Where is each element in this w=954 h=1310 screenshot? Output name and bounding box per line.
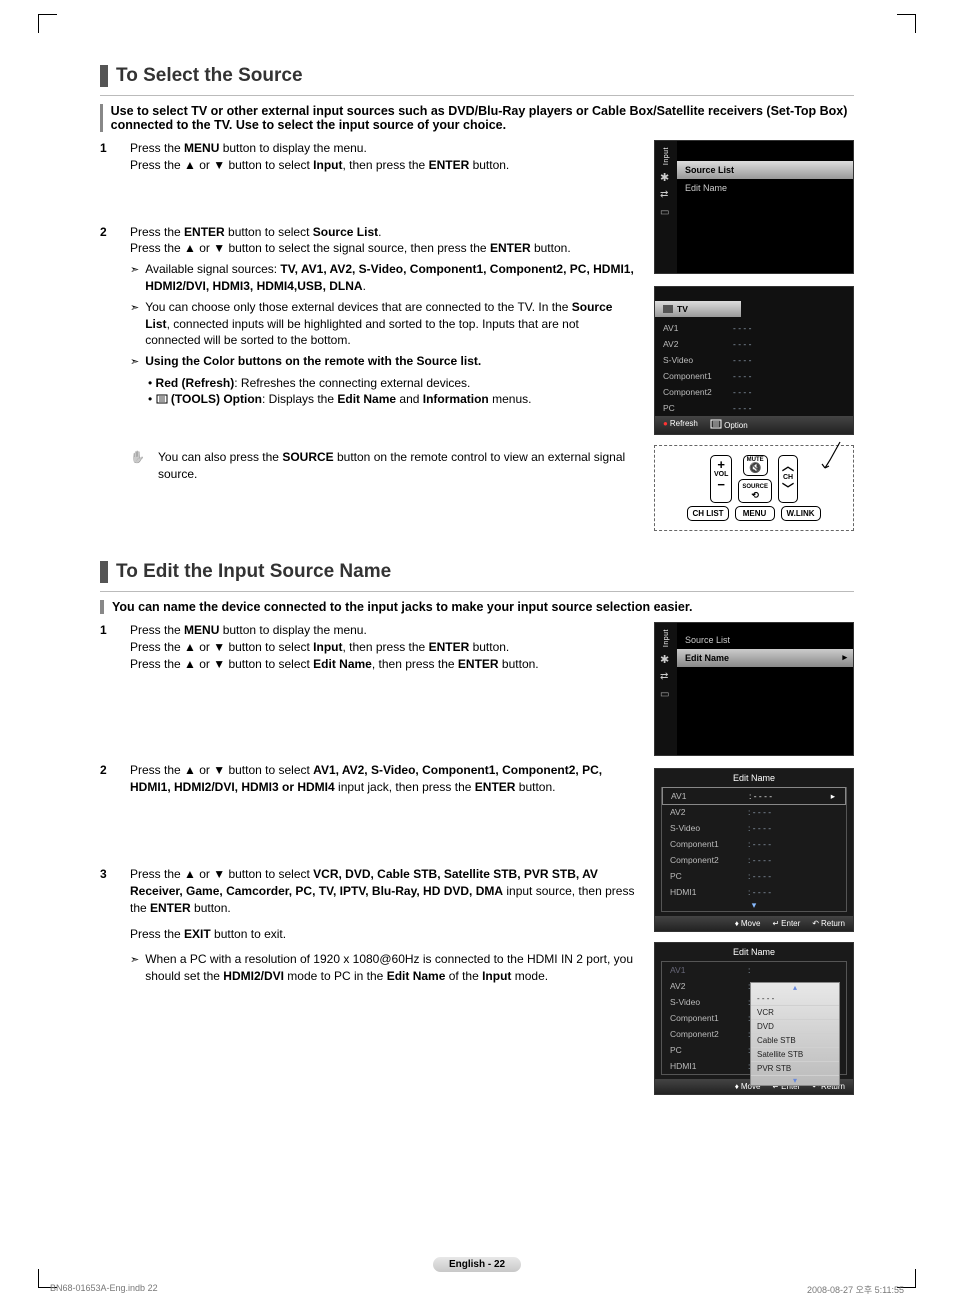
footer-return: Return <box>812 919 845 928</box>
refresh-hint: Refresh <box>663 419 698 431</box>
section-1-title: To Select the Source <box>116 65 303 87</box>
page-number-chip: English - 22 <box>433 1257 521 1272</box>
page-footer: English - 22 <box>0 1254 954 1272</box>
edit-row-component2[interactable]: Component2: - - - - <box>662 852 846 868</box>
source-av2[interactable]: AV2 <box>663 339 733 349</box>
osd-edit-name-panel-b: Edit Name AV1: AV2: S-Video: Component1:… <box>654 942 854 1095</box>
edit-row-component1[interactable]: Component1: - - - - <box>662 836 846 852</box>
tv-icon <box>663 305 673 313</box>
footer-file: BN68-01653A-Eng.indb 22 <box>50 1283 158 1296</box>
chevron-down-icon: ▾ <box>751 1076 839 1085</box>
step-2-number: 2 <box>100 224 114 483</box>
osd-row-source-list[interactable]: Source List <box>677 161 853 179</box>
s2-step-1-body: Press the MENU button to display the men… <box>130 622 636 672</box>
popup-dash[interactable]: - - - - <box>751 992 839 1006</box>
remote-vol[interactable]: +VOL− <box>710 455 732 503</box>
s2-step-1-number: 1 <box>100 622 114 672</box>
step-1-number: 1 <box>100 140 114 174</box>
source-component2[interactable]: Component2 <box>663 387 733 397</box>
section-2-heading: To Edit the Input Source Name <box>100 561 854 583</box>
osd-row-source-list-2[interactable]: Source List <box>677 631 853 649</box>
popup-satellite-stb[interactable]: Satellite STB <box>751 1048 839 1062</box>
s2-step-2-number: 2 <box>100 762 114 796</box>
chevron-up-icon: ▴ <box>751 983 839 992</box>
gear-icon <box>660 653 672 665</box>
edit-row-av2[interactable]: AV2: - - - - <box>662 804 846 820</box>
popup-dvd[interactable]: DVD <box>751 1020 839 1034</box>
remote-mute-button[interactable]: MUTE <box>743 455 768 476</box>
popup-cable-stb[interactable]: Cable STB <box>751 1034 839 1048</box>
source-tv[interactable]: TV <box>677 304 688 314</box>
source-note: You can also press the SOURCE button on … <box>130 449 636 483</box>
s2-step-3-number: 3 <box>100 866 114 985</box>
section-2-intro: You can name the device connected to the… <box>112 600 693 614</box>
remote-control-diagram: +VOL− MUTE SOURCE CH CH LIST MENU W.LINK <box>654 445 854 531</box>
edit-row-av1-b[interactable]: AV1: <box>662 962 846 978</box>
remote-ch[interactable]: CH <box>778 455 798 503</box>
footer-time: 2008-08-27 오후 5:11:55 <box>807 1283 904 1296</box>
chevron-down-icon: ▾ <box>662 900 846 911</box>
osd-row-edit-name[interactable]: Edit Name <box>677 179 853 197</box>
step-1-body: Press the MENU button to display the men… <box>130 140 636 174</box>
remote-source-button[interactable]: SOURCE <box>738 479 772 503</box>
osd-row-edit-name-2[interactable]: Edit Name▸ <box>677 649 853 667</box>
footer-enter: Enter <box>772 919 800 928</box>
arrow-icon <box>130 951 139 985</box>
option-hint: Option <box>710 419 748 431</box>
remote-menu-button[interactable]: MENU <box>735 506 775 521</box>
hand-icon <box>130 449 144 463</box>
osd-input-menu: Input Source List Edit Name <box>654 140 854 274</box>
print-footer: BN68-01653A-Eng.indb 22 2008-08-27 오후 5:… <box>50 1283 904 1296</box>
card-icon <box>660 207 672 219</box>
osd-side-label: Input <box>663 147 670 165</box>
source-svideo[interactable]: S-Video <box>663 355 733 365</box>
section-1-heading: To Select the Source <box>100 65 854 87</box>
step-2-body: Press the ENTER button to select Source … <box>130 224 636 483</box>
section-1-intro: Use to select TV or other external input… <box>111 104 854 132</box>
arrow-icon <box>130 261 139 295</box>
osd-panel-title-b: Edit Name <box>655 943 853 961</box>
remote-chlist-button[interactable]: CH LIST <box>687 506 728 521</box>
card-icon <box>660 689 672 701</box>
plug-icon <box>660 671 672 683</box>
popup-vcr[interactable]: VCR <box>751 1006 839 1020</box>
osd-input-menu-2: Input Source List Edit Name▸ <box>654 622 854 756</box>
osd-panel-title: Edit Name <box>655 769 853 787</box>
plug-icon <box>660 189 672 201</box>
arrow-icon <box>130 299 139 349</box>
remote-wlink-button[interactable]: W.LINK <box>781 506 821 521</box>
source-av1[interactable]: AV1 <box>663 323 733 333</box>
edit-row-svideo[interactable]: S-Video: - - - - <box>662 820 846 836</box>
footer-move: Move <box>735 919 761 928</box>
osd-source-list: TV AV1- - - - AV2- - - - S-Video- - - - … <box>654 286 854 435</box>
source-component1[interactable]: Component1 <box>663 371 733 381</box>
osd-side-label: Input <box>663 629 670 647</box>
s2-step-3-body: Press the ▲ or ▼ button to select VCR, D… <box>130 866 636 985</box>
edit-row-av1[interactable]: AV1: - - - -▸ <box>662 787 846 805</box>
edit-row-pc[interactable]: PC: - - - - <box>662 868 846 884</box>
osd-edit-name-panel-a: Edit Name AV1: - - - -▸ AV2: - - - - S-V… <box>654 768 854 932</box>
gear-icon <box>660 171 672 183</box>
section-2-title: To Edit the Input Source Name <box>116 561 391 583</box>
popup-pvr-stb[interactable]: PVR STB <box>751 1062 839 1076</box>
edit-name-popup: ▴ - - - - VCR DVD Cable STB Satellite ST… <box>750 982 840 1086</box>
edit-row-hdmi1[interactable]: HDMI1: - - - - <box>662 884 846 900</box>
source-pc[interactable]: PC <box>663 403 733 413</box>
tools-icon <box>156 392 168 409</box>
s2-step-2-body: Press the ▲ or ▼ button to select AV1, A… <box>130 762 636 796</box>
arrow-icon <box>130 353 139 370</box>
